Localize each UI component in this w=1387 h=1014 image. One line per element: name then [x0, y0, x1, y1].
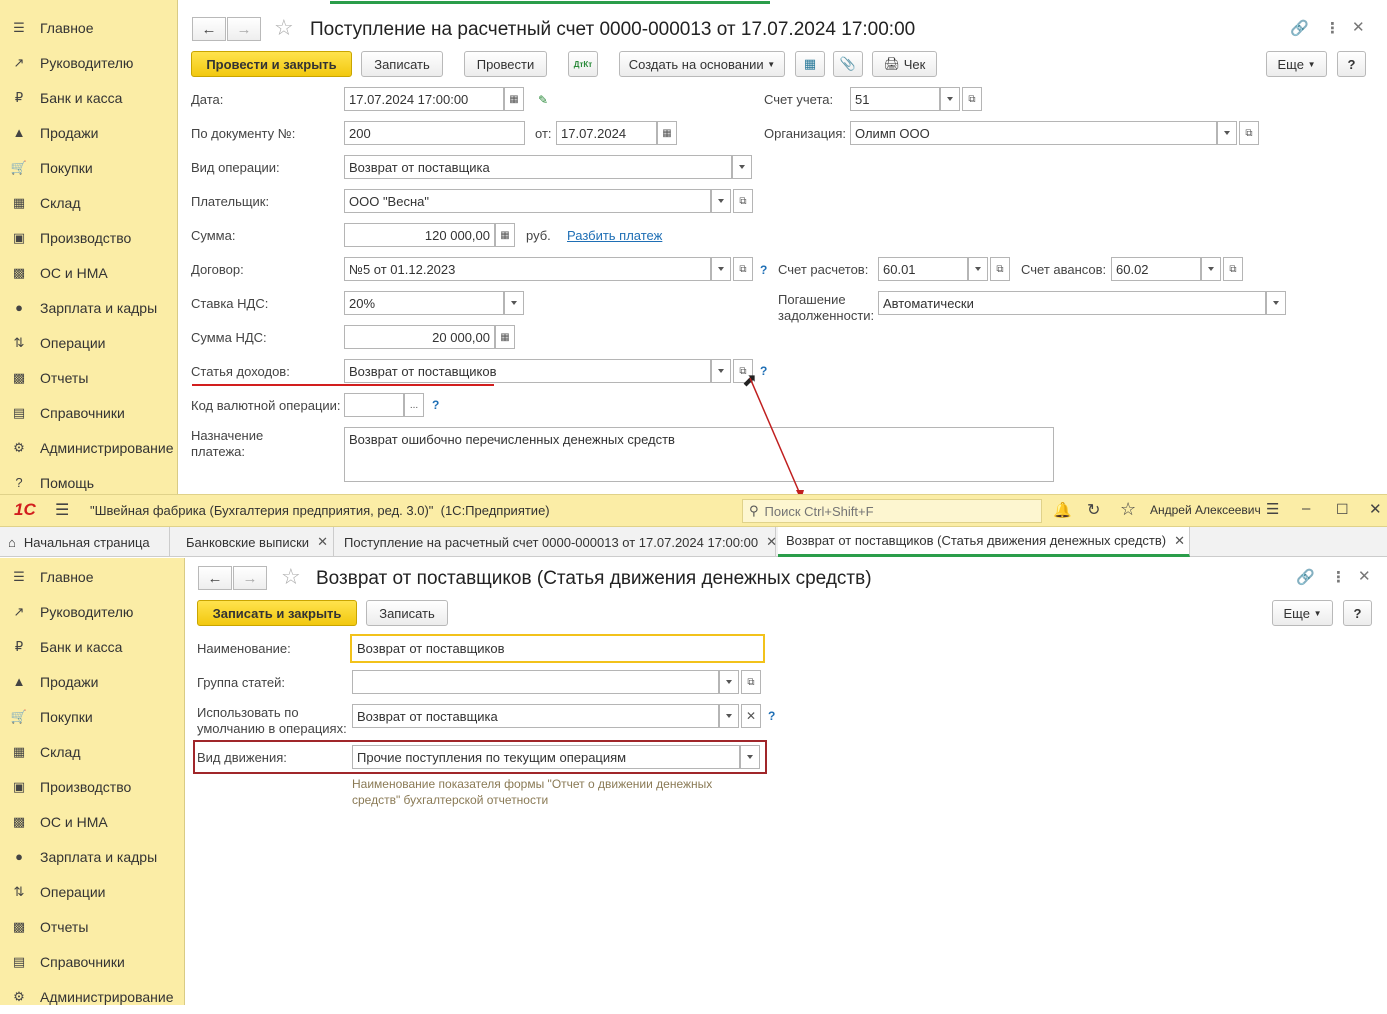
sidebar-item-label: Покупки	[40, 708, 93, 725]
warehouse-icon: ▦	[12, 743, 26, 759]
sidebar-item-bottom-10[interactable]: ▩ Отчеты	[0, 909, 184, 944]
save-button[interactable]: Записать	[366, 600, 448, 626]
sidebar-item-label: Руководителю	[40, 603, 134, 620]
bar-chart-icon: ▩	[12, 918, 26, 934]
default-usage-help-icon[interactable]: ?	[768, 709, 775, 723]
tab-label: Начальная страница	[23, 534, 150, 550]
sidebar-item-label: Склад	[40, 743, 81, 760]
cart-icon: 🛒	[10, 708, 28, 724]
sidebar-item-bottom-6[interactable]: ▣ Производство	[0, 769, 184, 804]
sidebar-bottom: ☰ Главное ↗ Руководителю ₽ Банк и касса ▲ Прода…	[0, 558, 185, 1005]
truck-icon: ▩	[12, 813, 26, 829]
group-open-button[interactable]: ⧉	[741, 670, 761, 694]
tab-close-icon[interactable]: ✕	[1174, 533, 1185, 549]
bag-icon: ▲	[12, 674, 26, 689]
sidebar-item-label: Операции	[40, 883, 106, 900]
link-icon[interactable]: 🔗	[1296, 568, 1315, 586]
sidebar-item-bottom-4[interactable]: 🛒 Покупки	[0, 699, 184, 734]
default-usage-clear-button[interactable]: ✕	[741, 704, 761, 728]
sidebar-item-bottom-8[interactable]: ● Зарплата и кадры	[0, 839, 184, 874]
search-icon: ⚲	[749, 503, 759, 518]
bell-icon[interactable]: 🔔	[1053, 501, 1072, 519]
tab-bank-statements[interactable]: Банковские выписки ✕	[178, 527, 334, 557]
gear-icon: ⚙	[13, 988, 25, 1004]
tab-close-icon[interactable]: ✕	[766, 534, 777, 550]
item-title: Возврат от поставщиков (Статья движения …	[316, 568, 872, 589]
more-menu-icon[interactable]: ⋮	[1331, 568, 1346, 586]
help-button[interactable]: ?	[1343, 600, 1372, 626]
sidebar-item-label: Администрирование	[40, 988, 174, 1005]
tab-label: Возврат от поставщиков (Статья движения …	[786, 533, 1167, 548]
person-icon: ●	[15, 849, 23, 864]
name-input[interactable]: Возврат от поставщиков	[350, 634, 765, 663]
sidebar-item-bottom-3[interactable]: ▲ Продажи	[0, 664, 184, 699]
app-title: "Швейная фабрика (Бухгалтерия предприяти…	[90, 503, 550, 518]
group-input[interactable]	[352, 670, 719, 694]
sidebar-item-label: Справочники	[40, 953, 125, 970]
sidebar-item-label: Отчеты	[40, 918, 89, 935]
movement-dropdown[interactable]	[740, 745, 760, 769]
sidebar-item-label: Банк и касса	[40, 638, 123, 655]
default-usage-label: Использовать по умолчанию в операциях:	[197, 705, 347, 736]
chevron-down-icon: ▼	[1313, 608, 1322, 618]
app-menu-icon[interactable]: ☰	[55, 500, 69, 520]
name-label: Наименование:	[197, 641, 291, 656]
sidebar-item-bottom-11[interactable]: ▤ Справочники	[0, 944, 184, 979]
menu-icon: ☰	[13, 568, 25, 584]
home-icon: ⌂	[8, 534, 16, 550]
maximize-icon[interactable]: ☐	[1336, 501, 1349, 518]
default-usage-input[interactable]: Возврат от поставщика	[352, 704, 719, 728]
trend-icon: ↗	[13, 603, 25, 619]
tab-label: Банковские выписки	[186, 534, 310, 550]
sidebar-item-label: ОС и НМА	[40, 813, 108, 830]
default-usage-dropdown[interactable]	[719, 704, 739, 728]
user-name[interactable]: Андрей Алексеевич	[1150, 503, 1261, 517]
history-icon[interactable]: ↻	[1087, 500, 1100, 520]
ruble-icon: ₽	[14, 638, 24, 654]
close-icon[interactable]: ✕	[1358, 567, 1371, 585]
sidebar-item-bottom-1[interactable]: ↗ Руководителю	[0, 594, 184, 629]
sidebar-item-label: Главное	[40, 568, 94, 585]
tab-home[interactable]: ⌂ Начальная страница	[0, 527, 170, 557]
favorites-icon[interactable]: ☆	[1120, 499, 1136, 520]
movement-label: Вид движения:	[197, 750, 287, 765]
back-button[interactable]: ←	[198, 566, 232, 590]
sidebar-item-label: Продажи	[40, 673, 99, 690]
settings-menu-icon[interactable]: ☰	[1266, 500, 1279, 518]
sidebar-item-bottom-2[interactable]: ₽ Банк и касса	[0, 629, 184, 664]
tab-label: Поступление на расчетный счет 0000-00001…	[344, 534, 759, 550]
more-label: Еще	[1283, 605, 1310, 621]
sidebar-item-bottom-7[interactable]: ▩ ОС и НМА	[0, 804, 184, 839]
sidebar-item-label: Производство	[40, 778, 132, 795]
group-dropdown[interactable]	[719, 670, 739, 694]
movement-hint: Наименование показателя формы "Отчет о д…	[352, 777, 713, 807]
sidebar-item-label: Зарплата и кадры	[40, 848, 158, 865]
sidebar-item-bottom-12[interactable]: ⚙ Администрирование	[0, 979, 184, 1014]
sidebar-item-bottom-0[interactable]: ☰ Главное	[0, 559, 184, 594]
global-search[interactable]: ⚲	[742, 499, 1042, 523]
sidebar-item-bottom-5[interactable]: ▦ Склад	[0, 734, 184, 769]
factory-icon: ▣	[12, 778, 26, 794]
forward-button[interactable]: →	[233, 566, 267, 590]
window-close-icon[interactable]: ✕	[1369, 500, 1382, 518]
movement-select[interactable]: Прочие поступления по текущим операциям	[352, 745, 740, 769]
save-and-close-button[interactable]: Записать и закрыть	[197, 600, 357, 626]
minimize-icon[interactable]: –	[1302, 500, 1310, 517]
search-input[interactable]	[764, 503, 1025, 519]
group-label: Группа статей:	[197, 675, 285, 690]
sidebar-item-bottom-9[interactable]: ⇅ Операции	[0, 874, 184, 909]
tab-cashflow-item[interactable]: Возврат от поставщиков (Статья движения …	[778, 527, 1190, 557]
tab-close-icon[interactable]: ✕	[317, 534, 328, 550]
more-button[interactable]: Еще ▼	[1272, 600, 1333, 626]
favorite-star-icon[interactable]: ☆	[281, 564, 301, 590]
books-icon: ▤	[12, 953, 26, 969]
tab-receipt-document[interactable]: Поступление на расчетный счет 0000-00001…	[336, 527, 777, 557]
app-logo[interactable]: 1С	[14, 500, 36, 520]
dtkt-icon: ⇅	[13, 883, 25, 899]
